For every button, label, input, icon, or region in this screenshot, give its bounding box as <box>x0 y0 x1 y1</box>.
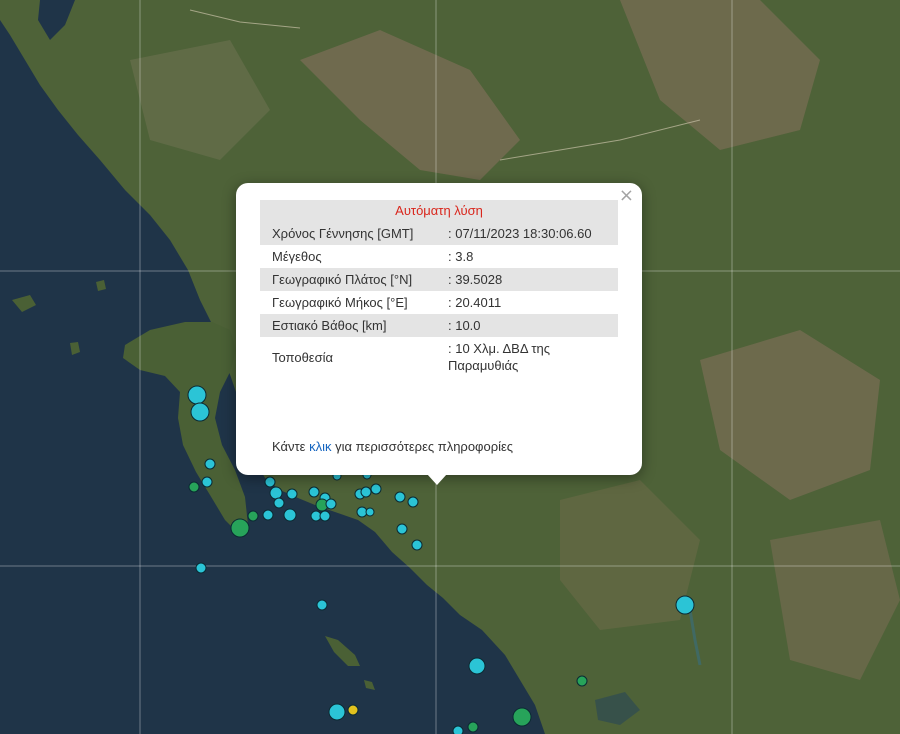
earthquake-marker[interactable] <box>468 657 486 675</box>
earthquake-marker[interactable] <box>188 481 200 493</box>
row-value: : 3.8 <box>448 249 474 264</box>
row-label: Γεωγραφικό Μήκος [°E] <box>272 295 408 310</box>
earthquake-marker[interactable] <box>230 518 250 538</box>
earthquake-marker[interactable] <box>576 675 588 687</box>
earthquake-marker[interactable] <box>675 595 695 615</box>
row-label: Εστιακό Βάθος [km] <box>260 314 436 337</box>
earthquake-marker[interactable] <box>347 704 359 716</box>
earthquake-marker[interactable] <box>204 458 216 470</box>
info-row-depth: Εστιακό Βάθος [km] : 10.0 <box>260 314 618 337</box>
earthquake-marker[interactable] <box>195 562 207 574</box>
earthquake-marker[interactable] <box>308 486 320 498</box>
row-label: Τοποθεσία <box>272 349 334 365</box>
earthquake-marker[interactable] <box>264 476 276 488</box>
earthquake-marker[interactable] <box>365 507 375 517</box>
earthquake-marker[interactable] <box>396 523 408 535</box>
earthquake-marker[interactable] <box>201 476 213 488</box>
more-info-suffix: για περισσότερες πληροφορίες <box>331 439 514 454</box>
earthquake-marker[interactable] <box>247 510 259 522</box>
row-value: : 07/11/2023 18:30:06.60 <box>436 222 618 245</box>
earthquake-marker[interactable] <box>452 725 464 734</box>
row-value: : 39.5028 <box>436 268 618 291</box>
more-info-text: Κάντε κλικ για περισσότερες πληροφορίες <box>272 439 513 454</box>
row-value: : 10.0 <box>436 314 618 337</box>
earthquake-marker[interactable] <box>370 483 382 495</box>
more-info-link[interactable]: κλικ <box>309 439 331 454</box>
earthquake-marker[interactable] <box>411 539 423 551</box>
earthquake-marker[interactable] <box>512 707 532 727</box>
popup-title: Αυτόματη λύση <box>260 200 618 222</box>
info-row-origin-time: Χρόνος Γέννησης [GMT] : 07/11/2023 18:30… <box>260 222 618 245</box>
row-value: : 10 Χλμ. ΔΒΔ της Παραμυθιάς <box>448 341 551 373</box>
row-label: Χρόνος Γέννησης [GMT] <box>260 222 436 245</box>
row-label: Γεωγραφικό Πλάτος [°N] <box>260 268 436 291</box>
row-label: Μέγεθος <box>272 249 322 264</box>
earthquake-marker[interactable] <box>328 703 346 721</box>
earthquake-marker[interactable] <box>316 599 328 611</box>
info-row-longitude: Γεωγραφικό Μήκος [°E] : 20.4011 <box>260 291 618 314</box>
popup-pointer <box>427 474 447 485</box>
info-row-location: Τοποθεσία : 10 Χλμ. ΔΒΔ της Παραμυθιάς <box>260 337 618 377</box>
row-value: : 20.4011 <box>448 295 502 310</box>
earthquake-popup: × Αυτόματη λύση Χρόνος Γέννησης [GMT] : … <box>236 183 642 475</box>
earthquake-marker[interactable] <box>467 721 479 733</box>
info-table: Χρόνος Γέννησης [GMT] : 07/11/2023 18:30… <box>260 222 618 377</box>
info-row-magnitude: Μέγεθος : 3.8 <box>260 245 618 268</box>
more-info-prefix: Κάντε <box>272 439 310 454</box>
earthquake-marker[interactable] <box>262 509 274 521</box>
earthquake-marker[interactable] <box>269 486 283 500</box>
earthquake-marker[interactable] <box>360 486 372 498</box>
earthquake-marker[interactable] <box>273 497 285 509</box>
earthquake-marker[interactable] <box>187 385 207 405</box>
earthquake-marker[interactable] <box>407 496 419 508</box>
earthquake-marker[interactable] <box>394 491 406 503</box>
earthquake-marker[interactable] <box>286 488 298 500</box>
earthquake-marker[interactable] <box>283 508 297 522</box>
close-icon[interactable]: × <box>619 187 634 205</box>
earthquake-marker[interactable] <box>319 510 331 522</box>
earthquake-marker[interactable] <box>325 498 337 510</box>
earthquake-marker[interactable] <box>190 402 210 422</box>
info-row-latitude: Γεωγραφικό Πλάτος [°N] : 39.5028 <box>260 268 618 291</box>
